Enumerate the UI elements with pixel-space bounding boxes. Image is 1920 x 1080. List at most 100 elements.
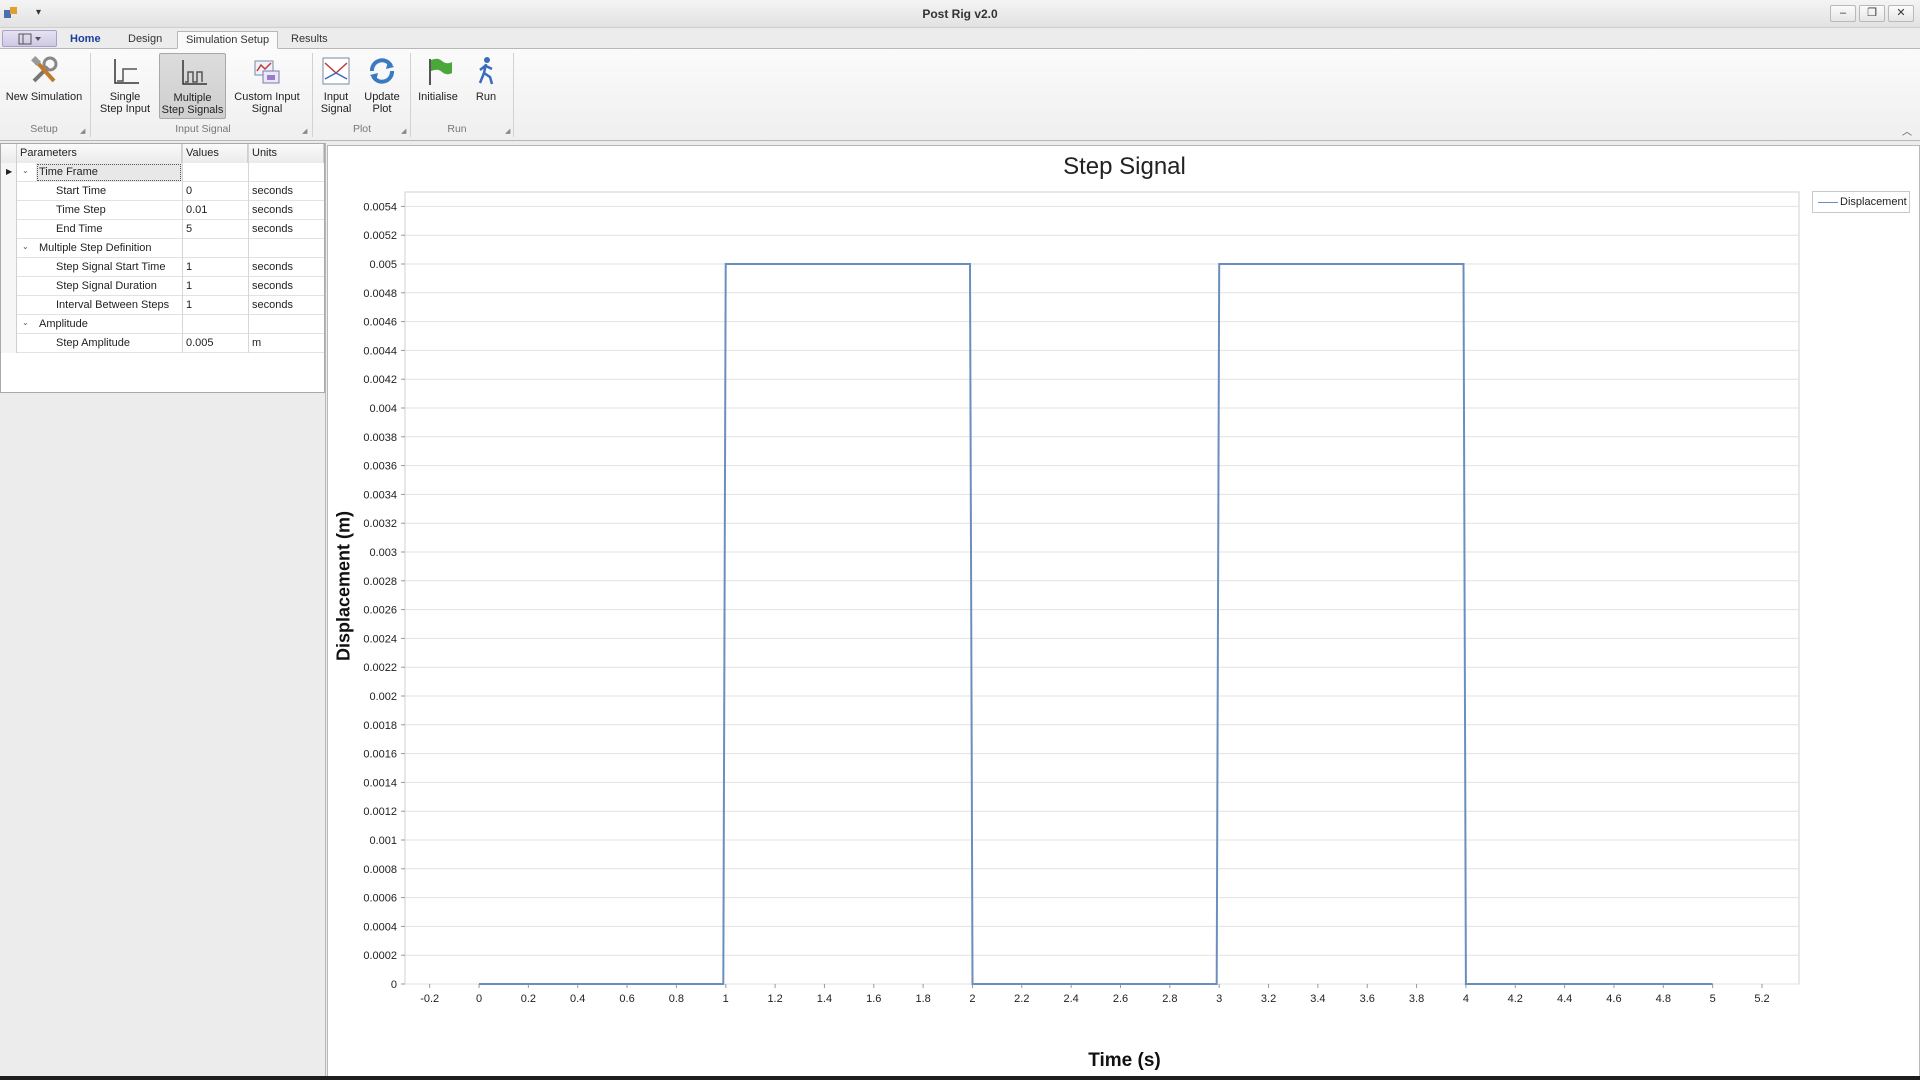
header-units[interactable]: Units: [248, 144, 324, 163]
parameters-panel: Parameters Values Units ▶ ⌄ Time Frame S…: [0, 143, 326, 1080]
category-row-time-frame[interactable]: ▶ ⌄ Time Frame: [1, 163, 324, 182]
y-tick-label: 0.001: [369, 835, 397, 847]
legend-label: Displacement: [1840, 196, 1907, 208]
new-simulation-button[interactable]: New Simulation: [4, 53, 84, 119]
collapse-chevron-icon[interactable]: ⌄: [22, 318, 29, 327]
empty-cell: [248, 163, 324, 182]
parameter-value[interactable]: 0.01: [182, 201, 248, 220]
parameter-row[interactable]: Time Step 0.01 seconds: [1, 201, 324, 220]
y-axis-label: Displacement (m): [333, 510, 354, 662]
x-tick-label: 0: [476, 993, 482, 1005]
parameter-value[interactable]: 1: [182, 296, 248, 315]
single-step-input-button[interactable]: Single Step Input: [96, 53, 154, 119]
y-tick-label: 0.0012: [363, 806, 397, 818]
x-tick-label: 4.6: [1606, 993, 1621, 1005]
parameters-grid: Parameters Values Units ▶ ⌄ Time Frame S…: [0, 143, 325, 393]
x-tick-label: 1.8: [915, 993, 930, 1005]
setup-launcher-icon[interactable]: ◢: [80, 127, 85, 135]
ribbon-separator: [513, 53, 514, 137]
y-tick-label: 0.0032: [363, 518, 397, 530]
y-tick-label: 0.0034: [363, 489, 397, 501]
input-signal-plot-button[interactable]: Input Signal: [316, 53, 356, 119]
update-plot-button[interactable]: Update Plot: [360, 53, 404, 119]
parameter-value[interactable]: 1: [182, 258, 248, 277]
application-menu-button[interactable]: [2, 30, 57, 47]
initialise-button[interactable]: Initialise: [414, 53, 462, 119]
custom-input-signal-button[interactable]: Custom Input Signal: [230, 53, 304, 119]
x-tick-label: 3.6: [1360, 993, 1375, 1005]
parameter-value[interactable]: 1: [182, 277, 248, 296]
parameter-row[interactable]: End Time 5 seconds: [1, 220, 324, 239]
parameter-unit: seconds: [248, 201, 324, 220]
ribbon-separator: [90, 53, 91, 137]
x-tick-label: 0.6: [619, 993, 634, 1005]
category-row-multiple-step[interactable]: ⌄ Multiple Step Definition: [1, 239, 324, 258]
row-indicator: [1, 239, 17, 258]
parameter-unit: seconds: [248, 220, 324, 239]
category-time-frame: Time Frame: [36, 163, 182, 182]
initialise-label: Initialise: [418, 91, 458, 103]
single-step-icon: [114, 59, 139, 84]
category-amplitude: Amplitude: [39, 318, 88, 330]
y-tick-label: 0.0024: [363, 633, 397, 645]
collapse-chevron-icon[interactable]: ⌄: [22, 166, 29, 175]
run-label: Run: [475, 91, 497, 103]
plot-svg[interactable]: 0 0.0002 0.0004 0.0006 0.0008 0.001 0.0012 0.00…: [328, 146, 1920, 1080]
y-tick-label: 0.0016: [363, 749, 397, 761]
input-signal-launcher-icon[interactable]: ◢: [302, 127, 307, 135]
parameter-value[interactable]: 5: [182, 220, 248, 239]
parameter-name: End Time: [56, 223, 103, 235]
parameter-row[interactable]: Step Amplitude 0.005 m: [1, 334, 324, 353]
ribbon-separator: [312, 53, 313, 137]
parameter-value[interactable]: 0: [182, 182, 248, 201]
y-tick-label: 0: [391, 979, 397, 991]
run-button[interactable]: Run: [466, 53, 506, 119]
collapse-ribbon-icon[interactable]: ︿: [1902, 123, 1912, 138]
x-tick-label: 3.8: [1409, 993, 1424, 1005]
tools-icon: [31, 56, 58, 83]
close-button[interactable]: ✕: [1888, 5, 1914, 22]
parameter-row[interactable]: Step Signal Duration 1 seconds: [1, 277, 324, 296]
minimize-button[interactable]: –: [1830, 5, 1856, 22]
y-tick-label: 0.0014: [363, 777, 397, 789]
parameter-row[interactable]: Interval Between Steps 1 seconds: [1, 296, 324, 315]
x-tick-label: 1.2: [767, 993, 782, 1005]
plot-launcher-icon[interactable]: ◢: [401, 127, 406, 135]
tab-results[interactable]: Results: [283, 31, 336, 49]
flag-icon: [429, 58, 452, 85]
parameter-row[interactable]: Step Signal Start Time 1 seconds: [1, 258, 324, 277]
header-parameters[interactable]: Parameters: [17, 144, 182, 163]
x-tick-label: 5.2: [1754, 993, 1769, 1005]
window-title: Post Rig v2.0: [922, 7, 998, 21]
y-tick-label: 0.0036: [363, 461, 397, 473]
restore-button[interactable]: ❐: [1859, 5, 1885, 22]
parameter-row[interactable]: Start Time 0 seconds: [1, 182, 324, 201]
x-tick-label: 3.4: [1310, 993, 1325, 1005]
row-indicator-icon: ▶: [1, 163, 17, 182]
tab-home[interactable]: Home: [62, 31, 109, 49]
empty-cell: [182, 163, 248, 182]
multiple-step-icon: [181, 60, 207, 85]
tab-simulation-setup[interactable]: Simulation Setup: [177, 31, 279, 49]
run-launcher-icon[interactable]: ◢: [505, 127, 510, 135]
collapse-chevron-icon[interactable]: ⌄: [22, 242, 29, 251]
y-tick-label: 0.004: [369, 403, 397, 415]
parameter-unit: seconds: [248, 258, 324, 277]
category-row-amplitude[interactable]: ⌄ Amplitude: [1, 315, 324, 334]
x-tick-label: 2: [969, 993, 975, 1005]
x-tick-label: 2.6: [1113, 993, 1128, 1005]
parameter-name: Interval Between Steps: [56, 299, 170, 311]
multiple-step-signals-button[interactable]: Multiple Step Signals: [159, 53, 226, 119]
x-tick-label: 1.4: [817, 993, 832, 1005]
new-simulation-label: New Simulation: [5, 91, 83, 103]
refresh-icon: [370, 58, 394, 84]
bottom-border: [0, 1076, 1920, 1080]
app-menu-icon: [18, 33, 41, 45]
parameter-value[interactable]: 0.005: [182, 334, 248, 353]
tab-design[interactable]: Design: [120, 31, 170, 49]
x-tick-label: 4.4: [1557, 993, 1572, 1005]
y-tick-label: 0.0008: [363, 864, 397, 876]
title-bar: ▾ Post Rig v2.0 – ❐ ✕: [0, 0, 1920, 28]
y-tick-label: 0.0052: [363, 230, 397, 242]
header-values[interactable]: Values: [182, 144, 248, 163]
